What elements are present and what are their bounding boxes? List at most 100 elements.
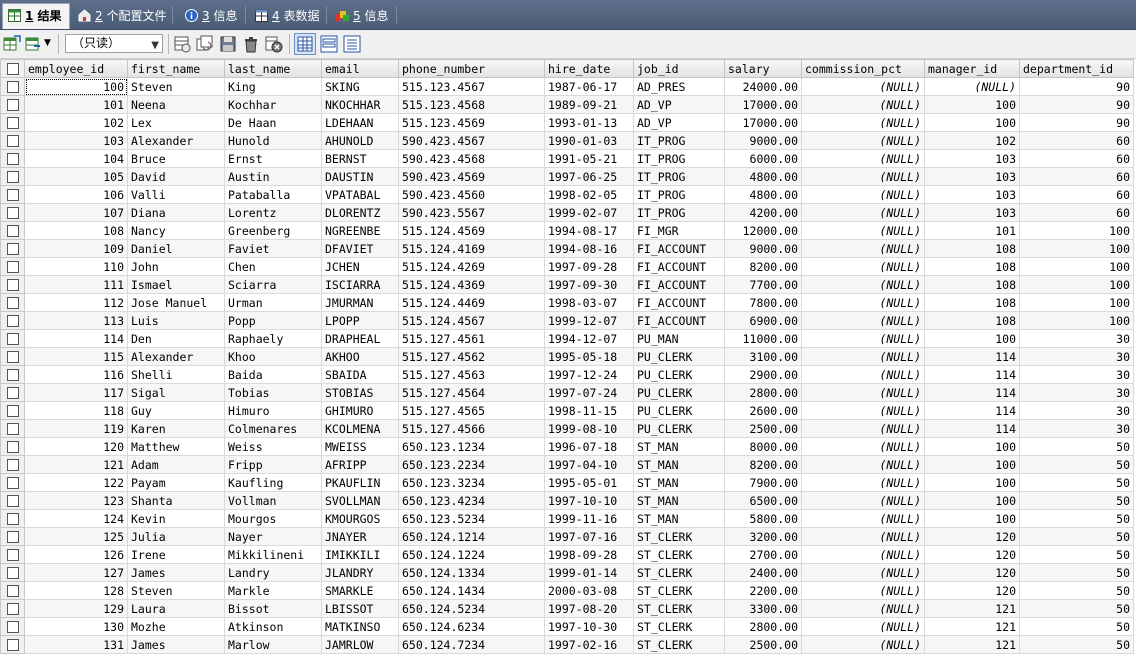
cell-first-name[interactable]: Kevin <box>127 509 225 528</box>
cell-last-name[interactable]: Atkinson <box>224 617 322 636</box>
cell-salary[interactable]: 2800.00 <box>724 383 802 402</box>
cell-last-name[interactable]: Kaufling <box>224 473 322 492</box>
cell-salary[interactable]: 9000.00 <box>724 239 802 258</box>
cell-salary[interactable]: 4800.00 <box>724 185 802 204</box>
cell-employee-id[interactable]: 113 <box>24 311 128 330</box>
cell-department-id[interactable]: 100 <box>1019 275 1134 294</box>
cell-salary[interactable]: 12000.00 <box>724 221 802 240</box>
table-row[interactable]: 130 Mozhe Atkinson MATKINSO 650.124.6234 1997… <box>0 617 1134 636</box>
cell-phone-number[interactable]: 590.423.5567 <box>398 203 545 222</box>
cell-commission-pct[interactable]: (NULL) <box>801 149 925 168</box>
cell-last-name[interactable]: Popp <box>224 311 322 330</box>
table-row[interactable]: 101 Neena Kochhar NKOCHHAR 515.123.4568 1989-… <box>0 95 1134 114</box>
cell-last-name[interactable]: Urman <box>224 293 322 312</box>
cell-email[interactable]: SVOLLMAN <box>321 491 399 510</box>
cell-first-name[interactable]: Alexander <box>127 131 225 150</box>
row-checkbox[interactable] <box>0 257 25 276</box>
cell-hire-date[interactable]: 1997-02-16 <box>544 635 634 654</box>
cell-job-id[interactable]: FI_MGR <box>633 221 725 240</box>
cell-last-name[interactable]: Khoo <box>224 347 322 366</box>
cell-job-id[interactable]: ST_MAN <box>633 455 725 474</box>
cell-manager-id[interactable]: 114 <box>924 401 1020 420</box>
text-view-icon[interactable] <box>343 35 361 53</box>
column-header[interactable]: manager_id <box>924 59 1020 78</box>
cell-commission-pct[interactable]: (NULL) <box>801 581 925 600</box>
cell-manager-id[interactable]: 114 <box>924 383 1020 402</box>
cell-department-id[interactable]: 50 <box>1019 599 1134 618</box>
tab-info-5[interactable]: 5 信息 <box>331 4 397 28</box>
cell-hire-date[interactable]: 1998-11-15 <box>544 401 634 420</box>
cell-phone-number[interactable]: 590.423.4567 <box>398 131 545 150</box>
cell-phone-number[interactable]: 590.423.4568 <box>398 149 545 168</box>
cell-manager-id[interactable]: 114 <box>924 365 1020 384</box>
cell-hire-date[interactable]: 1989-09-21 <box>544 95 634 114</box>
cell-phone-number[interactable]: 650.124.1214 <box>398 527 545 546</box>
cell-hire-date[interactable]: 1999-12-07 <box>544 311 634 330</box>
cell-first-name[interactable]: James <box>127 635 225 654</box>
cell-department-id[interactable]: 30 <box>1019 401 1134 420</box>
cell-commission-pct[interactable]: (NULL) <box>801 473 925 492</box>
cell-last-name[interactable]: Greenberg <box>224 221 322 240</box>
cell-salary[interactable]: 7900.00 <box>724 473 802 492</box>
table-row[interactable]: 112 Jose Manuel Urman JMURMAN 515.124.4469 19… <box>0 293 1134 312</box>
row-checkbox[interactable] <box>0 617 25 636</box>
cell-last-name[interactable]: Pataballa <box>224 185 322 204</box>
column-header[interactable]: commission_pct <box>801 59 925 78</box>
cell-email[interactable]: AHUNOLD <box>321 131 399 150</box>
cell-commission-pct[interactable]: (NULL) <box>801 257 925 276</box>
cell-department-id[interactable]: 60 <box>1019 149 1134 168</box>
cell-hire-date[interactable]: 1997-08-20 <box>544 599 634 618</box>
table-row[interactable]: 131 James Marlow JAMRLOW 650.124.7234 1997-02… <box>0 635 1134 654</box>
cell-email[interactable]: NKOCHHAR <box>321 95 399 114</box>
cell-manager-id[interactable]: 100 <box>924 113 1020 132</box>
cell-job-id[interactable]: ST_CLERK <box>633 545 725 564</box>
cell-employee-id[interactable]: 129 <box>24 599 128 618</box>
cell-job-id[interactable]: ST_MAN <box>633 509 725 528</box>
cell-email[interactable]: GHIMURO <box>321 401 399 420</box>
cell-salary[interactable]: 2400.00 <box>724 563 802 582</box>
row-checkbox[interactable] <box>0 185 25 204</box>
column-header[interactable]: phone_number <box>398 59 545 78</box>
cell-first-name[interactable]: Valli <box>127 185 225 204</box>
cell-commission-pct[interactable]: (NULL) <box>801 347 925 366</box>
cell-manager-id[interactable]: 120 <box>924 563 1020 582</box>
cell-hire-date[interactable]: 1993-01-13 <box>544 113 634 132</box>
cell-job-id[interactable]: FI_ACCOUNT <box>633 257 725 276</box>
cell-department-id[interactable]: 100 <box>1019 221 1134 240</box>
cell-job-id[interactable]: PU_CLERK <box>633 383 725 402</box>
cell-manager-id[interactable]: 102 <box>924 131 1020 150</box>
cell-last-name[interactable]: Markle <box>224 581 322 600</box>
column-header[interactable]: department_id <box>1019 59 1134 78</box>
cell-last-name[interactable]: Landry <box>224 563 322 582</box>
cell-department-id[interactable]: 100 <box>1019 257 1134 276</box>
table-row[interactable]: 103 Alexander Hunold AHUNOLD 590.423.4567 199… <box>0 131 1134 150</box>
cell-employee-id[interactable]: 119 <box>24 419 128 438</box>
cell-last-name[interactable]: Weiss <box>224 437 322 456</box>
cell-phone-number[interactable]: 650.124.1434 <box>398 581 545 600</box>
column-header[interactable]: first_name <box>127 59 225 78</box>
row-checkbox[interactable] <box>0 239 25 258</box>
cell-hire-date[interactable]: 1990-01-03 <box>544 131 634 150</box>
cell-commission-pct[interactable]: (NULL) <box>801 293 925 312</box>
cell-first-name[interactable]: Adam <box>127 455 225 474</box>
cell-job-id[interactable]: PU_CLERK <box>633 419 725 438</box>
cell-salary[interactable]: 2700.00 <box>724 545 802 564</box>
table-row[interactable]: 122 Payam Kaufling PKAUFLIN 650.123.3234 1995… <box>0 473 1134 492</box>
cell-phone-number[interactable]: 650.124.1224 <box>398 545 545 564</box>
table-row[interactable]: 105 David Austin DAUSTIN 590.423.4569 1997-06… <box>0 167 1134 186</box>
tab-table-data[interactable]: 4 表数据 <box>250 4 328 28</box>
cell-last-name[interactable]: Mikkilineni <box>224 545 322 564</box>
table-row[interactable]: 111 Ismael Sciarra ISCIARRA 515.124.4369 1997… <box>0 275 1134 294</box>
cell-department-id[interactable]: 90 <box>1019 113 1134 132</box>
table-row[interactable]: 123 Shanta Vollman SVOLLMAN 650.123.4234 1997… <box>0 491 1134 510</box>
row-checkbox[interactable] <box>0 635 25 654</box>
cell-salary[interactable]: 2500.00 <box>724 419 802 438</box>
cell-phone-number[interactable]: 650.123.2234 <box>398 455 545 474</box>
cell-commission-pct[interactable]: (NULL) <box>801 131 925 150</box>
row-checkbox[interactable] <box>0 311 25 330</box>
cell-hire-date[interactable]: 1998-09-28 <box>544 545 634 564</box>
cell-hire-date[interactable]: 1987-06-17 <box>544 77 634 96</box>
cell-last-name[interactable]: Bissot <box>224 599 322 618</box>
cell-salary[interactable]: 3100.00 <box>724 347 802 366</box>
table-row[interactable]: 126 Irene Mikkilineni IMIKKILI 650.124.1224 1… <box>0 545 1134 564</box>
